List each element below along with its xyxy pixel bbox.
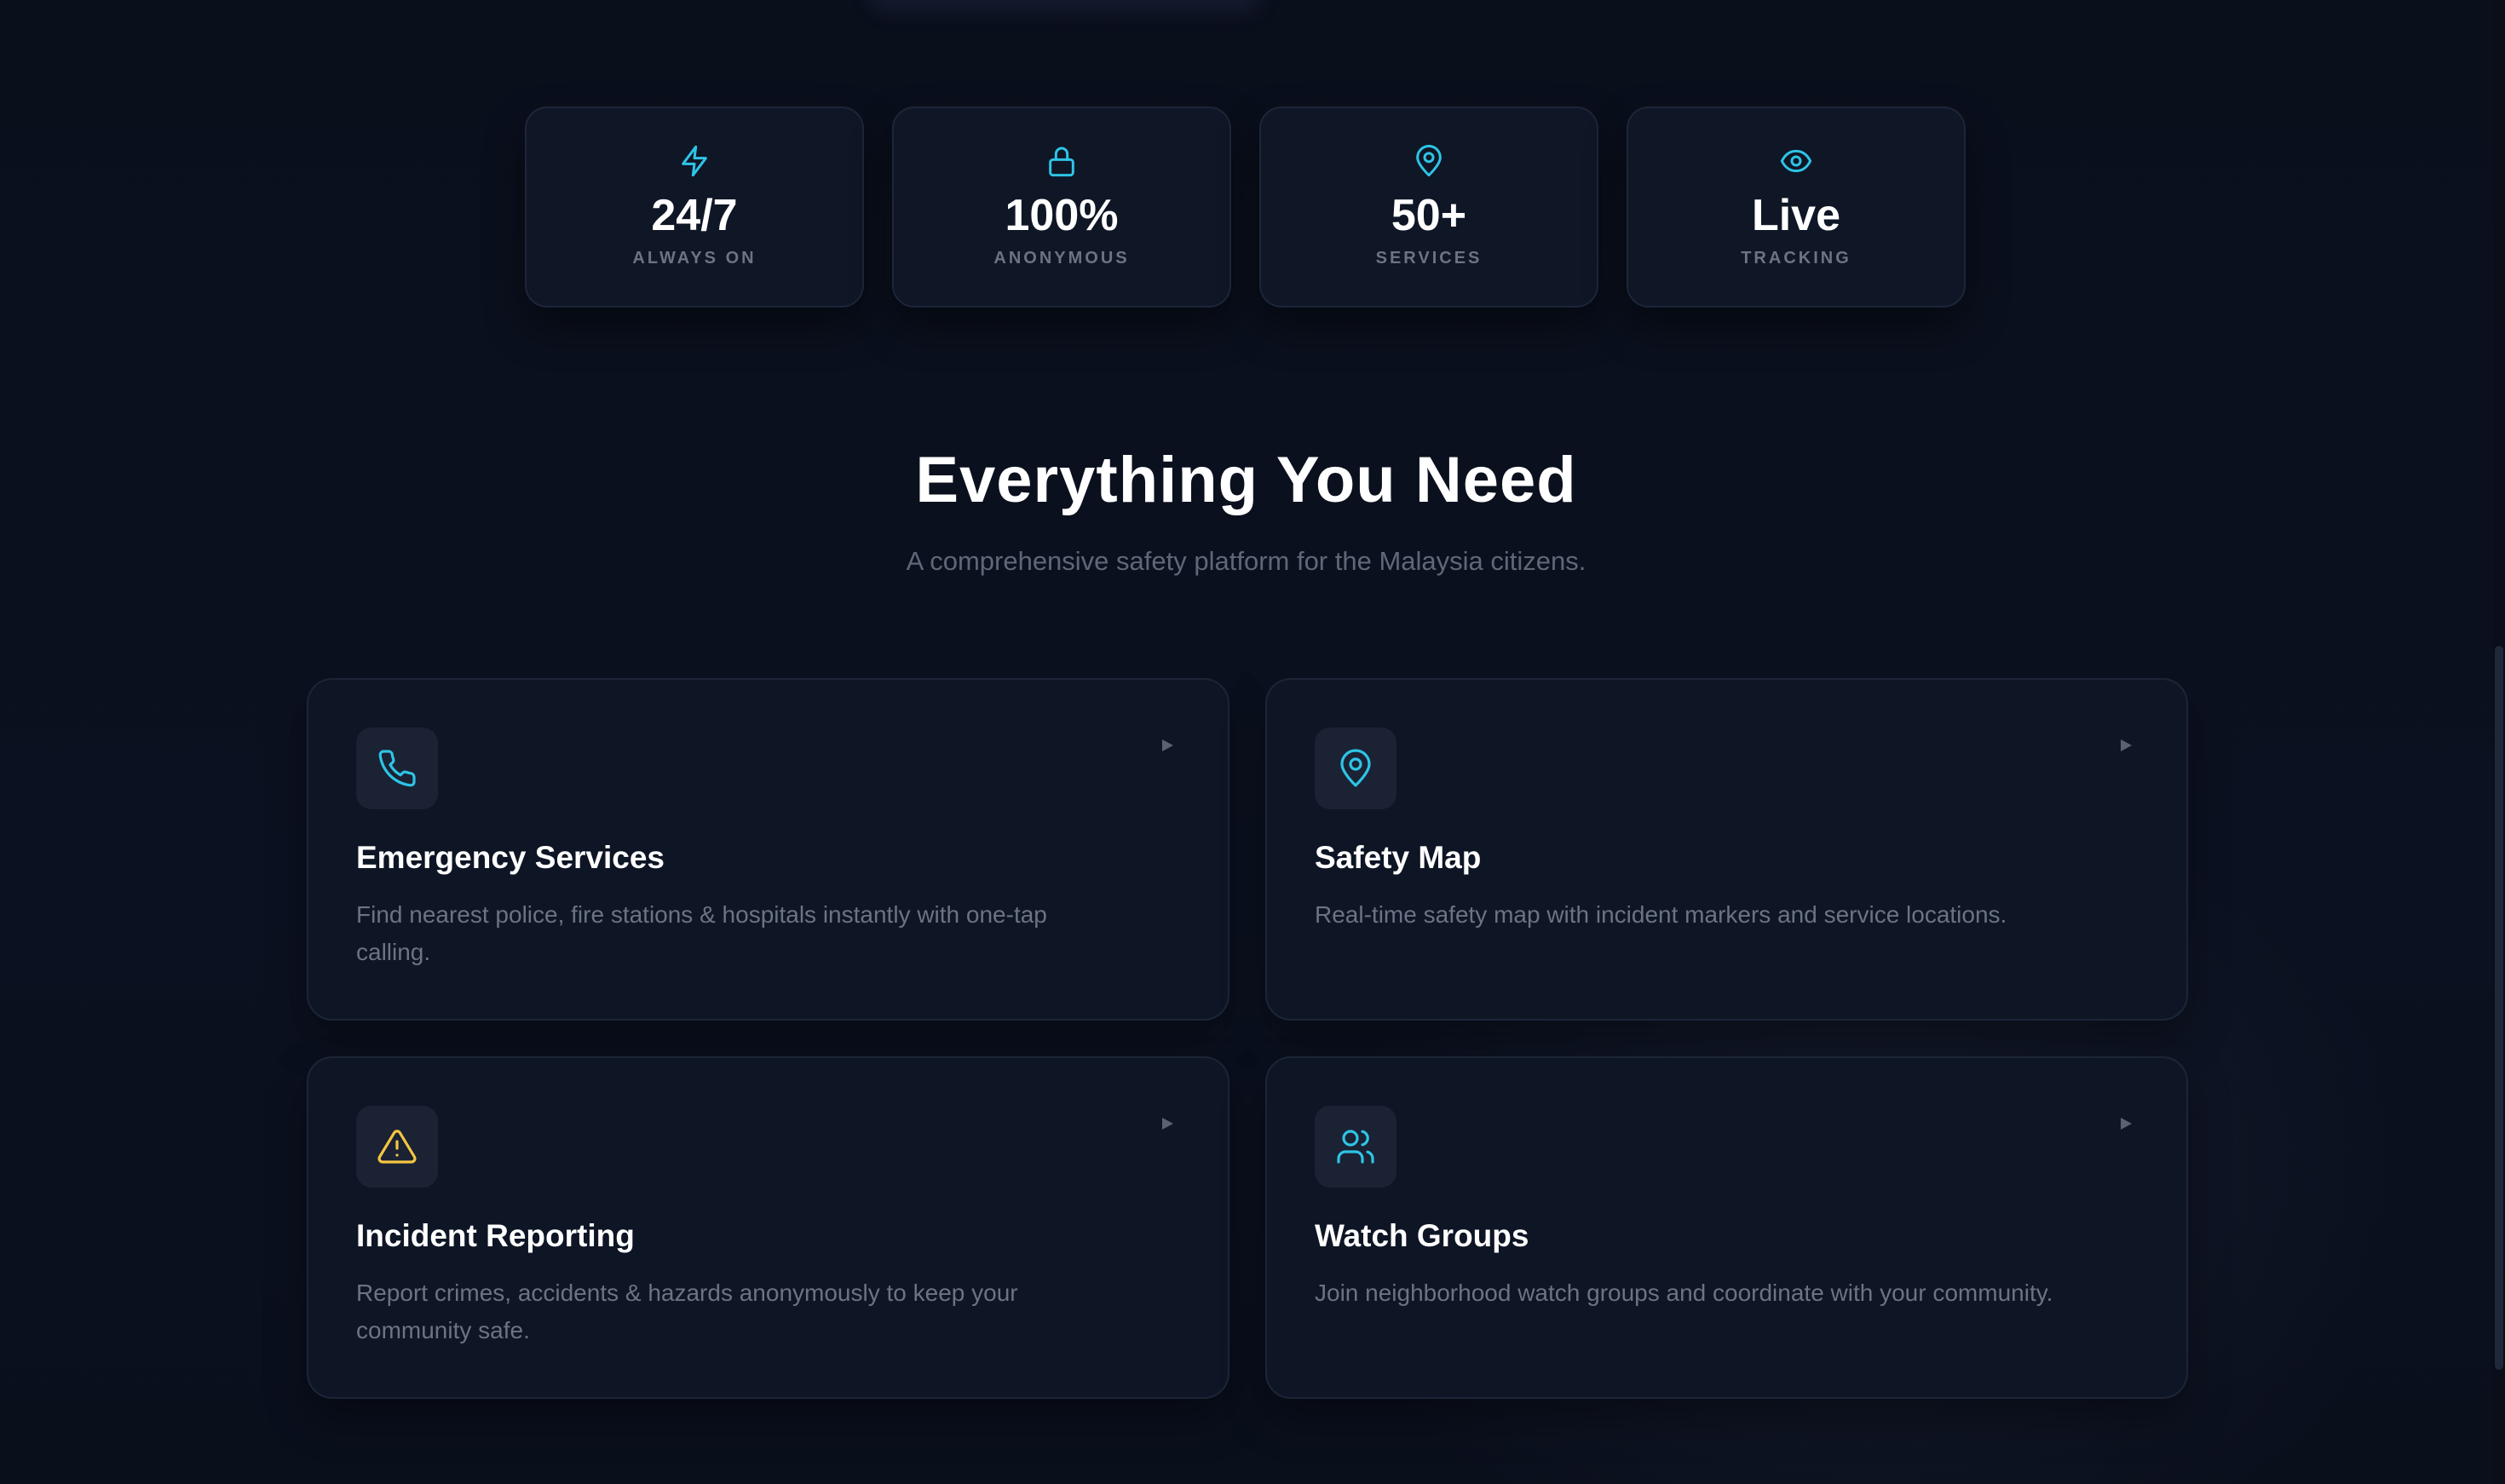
feature-card-watch-groups[interactable]: Watch Groups Join neighborhood watch gro… — [1265, 1056, 2188, 1399]
feature-card-safety-map[interactable]: Safety Map Real-time safety map with inc… — [1265, 678, 2188, 1021]
feature-title: Incident Reporting — [356, 1218, 635, 1253]
feature-title: Safety Map — [1315, 840, 1482, 875]
stat-value: 24/7 — [651, 191, 738, 240]
scrollbar-thumb[interactable] — [2495, 646, 2503, 1370]
lightning-icon — [676, 142, 713, 180]
stat-value: 50+ — [1391, 191, 1467, 240]
play-arrow-icon[interactable] — [1155, 1111, 1180, 1136]
feature-title: Watch Groups — [1315, 1218, 1529, 1253]
eye-icon — [1777, 142, 1815, 180]
section-title: Everything You Need — [915, 444, 1577, 516]
section-subtitle: A comprehensive safety platform for the … — [906, 546, 1586, 576]
page: 24/7 ALWAYS ON 100% ANONYMOUS 50+ SERVIC… — [0, 0, 2505, 1484]
feature-description: Find nearest police, fire stations & hos… — [356, 901, 1047, 965]
lock-icon — [1043, 142, 1080, 180]
stat-card-tracking: Live TRACKING — [1627, 106, 1966, 308]
stat-label: ANONYMOUS — [993, 249, 1130, 267]
feature-card-incident-reporting[interactable]: Incident Reporting Report crimes, accide… — [307, 1056, 1229, 1399]
stat-value: Live — [1751, 191, 1841, 240]
stat-label: SERVICES — [1375, 249, 1483, 267]
users-icon — [1315, 1106, 1396, 1188]
play-arrow-icon[interactable] — [1155, 733, 1180, 758]
stat-card-anonymous: 100% ANONYMOUS — [892, 106, 1231, 308]
top-button-glow — [869, 0, 1261, 12]
feature-description: Join neighborhood watch groups and coord… — [1315, 1280, 2053, 1306]
play-arrow-icon[interactable] — [2113, 733, 2139, 758]
warning-triangle-icon — [356, 1106, 438, 1188]
stat-card-services: 50+ SERVICES — [1259, 106, 1598, 308]
phone-icon — [356, 728, 438, 809]
stats-row: 24/7 ALWAYS ON 100% ANONYMOUS 50+ SERVIC… — [525, 106, 1966, 308]
stat-value: 100% — [1005, 191, 1119, 240]
stat-card-always-on: 24/7 ALWAYS ON — [525, 106, 864, 308]
feature-description: Report crimes, accidents & hazards anony… — [356, 1280, 1018, 1343]
map-pin-icon — [1410, 142, 1448, 180]
feature-card-emergency-services[interactable]: Emergency Services Find nearest police, … — [307, 678, 1229, 1021]
feature-title: Emergency Services — [356, 840, 665, 875]
feature-grid: Emergency Services Find nearest police, … — [307, 678, 2188, 1399]
stat-label: ALWAYS ON — [632, 249, 757, 267]
map-pin-icon — [1315, 728, 1396, 809]
play-arrow-icon[interactable] — [2113, 1111, 2139, 1136]
scrollbar[interactable] — [2493, 0, 2505, 1484]
stat-label: TRACKING — [1741, 249, 1851, 267]
feature-description: Real-time safety map with incident marke… — [1315, 901, 2007, 928]
